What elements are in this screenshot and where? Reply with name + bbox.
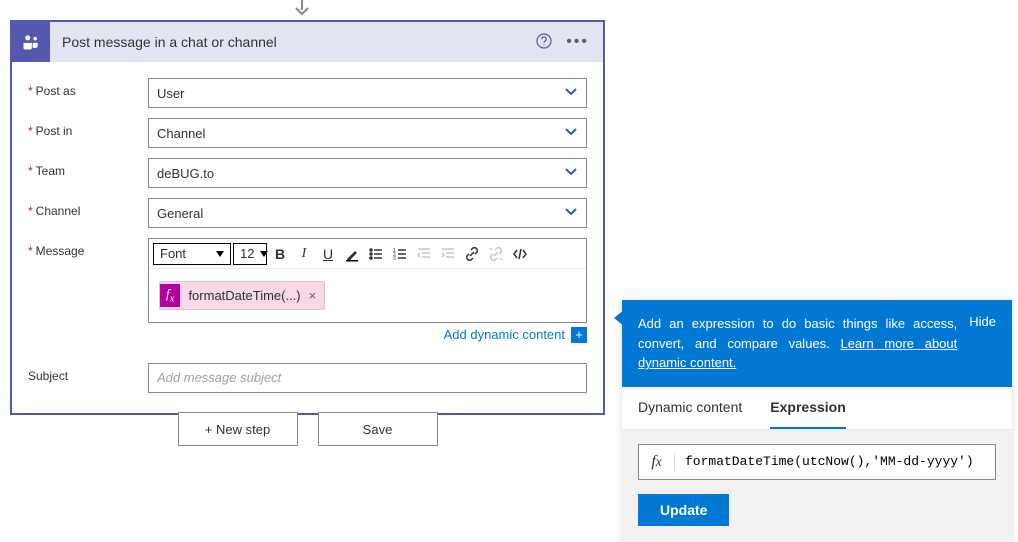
- fx-icon: fx: [639, 453, 675, 471]
- select-channel[interactable]: General: [148, 198, 587, 228]
- add-dynamic-content-plus-icon[interactable]: +: [571, 327, 587, 343]
- select-channel-value: General: [157, 206, 203, 221]
- action-card: Post message in a chat or channel ••• *P…: [10, 20, 605, 415]
- expression-banner: Add an expression to do basic things lik…: [622, 300, 1012, 387]
- label-post-in: *Post in: [28, 118, 148, 138]
- select-post-as-value: User: [157, 86, 184, 101]
- expression-tabs: Dynamic content Expression: [622, 387, 1012, 430]
- help-icon[interactable]: [536, 33, 552, 52]
- rte-fontsize-select[interactable]: 12: [233, 243, 267, 265]
- italic-icon[interactable]: I: [293, 243, 315, 265]
- expression-panel: Add an expression to do basic things lik…: [622, 300, 1012, 542]
- more-menu-icon[interactable]: •••: [566, 34, 589, 50]
- card-title: Post message in a chat or channel: [50, 34, 536, 50]
- update-button[interactable]: Update: [638, 494, 729, 526]
- label-team: *Team: [28, 158, 148, 178]
- card-header: Post message in a chat or channel •••: [12, 22, 603, 62]
- label-channel: *Channel: [28, 198, 148, 218]
- indent-icon: [437, 243, 459, 265]
- color-picker-icon[interactable]: [341, 243, 363, 265]
- label-post-as: *Post as: [28, 78, 148, 98]
- outdent-icon: [413, 243, 435, 265]
- select-post-in-value: Channel: [157, 126, 205, 141]
- rte-content[interactable]: fx formatDateTime(...) ×: [149, 269, 586, 322]
- dropdown-triangle-icon: [260, 251, 268, 257]
- token-remove-icon[interactable]: ×: [309, 288, 317, 303]
- expression-token-text: formatDateTime(...): [188, 288, 300, 303]
- number-list-icon[interactable]: 123: [389, 243, 411, 265]
- teams-icon: [12, 22, 50, 62]
- unlink-icon: [485, 243, 507, 265]
- expression-input-wrap: fx: [638, 444, 996, 480]
- connector-arrow-down: [292, 0, 312, 18]
- hide-banner-button[interactable]: Hide: [969, 314, 996, 373]
- label-message: *Message: [28, 238, 148, 258]
- link-icon[interactable]: [461, 243, 483, 265]
- chevron-down-icon: [564, 125, 578, 142]
- select-post-as[interactable]: User: [148, 78, 587, 108]
- fx-badge-icon: fx: [160, 284, 180, 307]
- dropdown-triangle-icon: [216, 251, 224, 257]
- select-post-in[interactable]: Channel: [148, 118, 587, 148]
- svg-text:3: 3: [393, 256, 396, 262]
- rte-toolbar: Font 12 B I U 123: [149, 239, 586, 269]
- expression-input[interactable]: [675, 445, 995, 479]
- new-step-button[interactable]: + New step: [178, 412, 298, 446]
- chevron-down-icon: [564, 165, 578, 182]
- rich-text-editor: Font 12 B I U 123: [148, 238, 587, 323]
- bullet-list-icon[interactable]: [365, 243, 387, 265]
- tab-expression[interactable]: Expression: [770, 387, 845, 429]
- rte-font-select[interactable]: Font: [153, 243, 231, 265]
- bold-icon[interactable]: B: [269, 243, 291, 265]
- select-team-value: deBUG.to: [157, 166, 214, 181]
- chevron-down-icon: [564, 205, 578, 222]
- label-subject: Subject: [28, 363, 148, 383]
- code-view-icon[interactable]: [509, 243, 531, 265]
- tab-dynamic-content[interactable]: Dynamic content: [638, 387, 742, 429]
- subject-input[interactable]: [148, 363, 587, 393]
- chevron-down-icon: [564, 85, 578, 102]
- expression-token[interactable]: fx formatDateTime(...) ×: [159, 281, 325, 310]
- add-dynamic-content-link[interactable]: Add dynamic content: [444, 327, 565, 342]
- underline-icon[interactable]: U: [317, 243, 339, 265]
- select-team[interactable]: deBUG.to: [148, 158, 587, 188]
- save-button[interactable]: Save: [318, 412, 438, 446]
